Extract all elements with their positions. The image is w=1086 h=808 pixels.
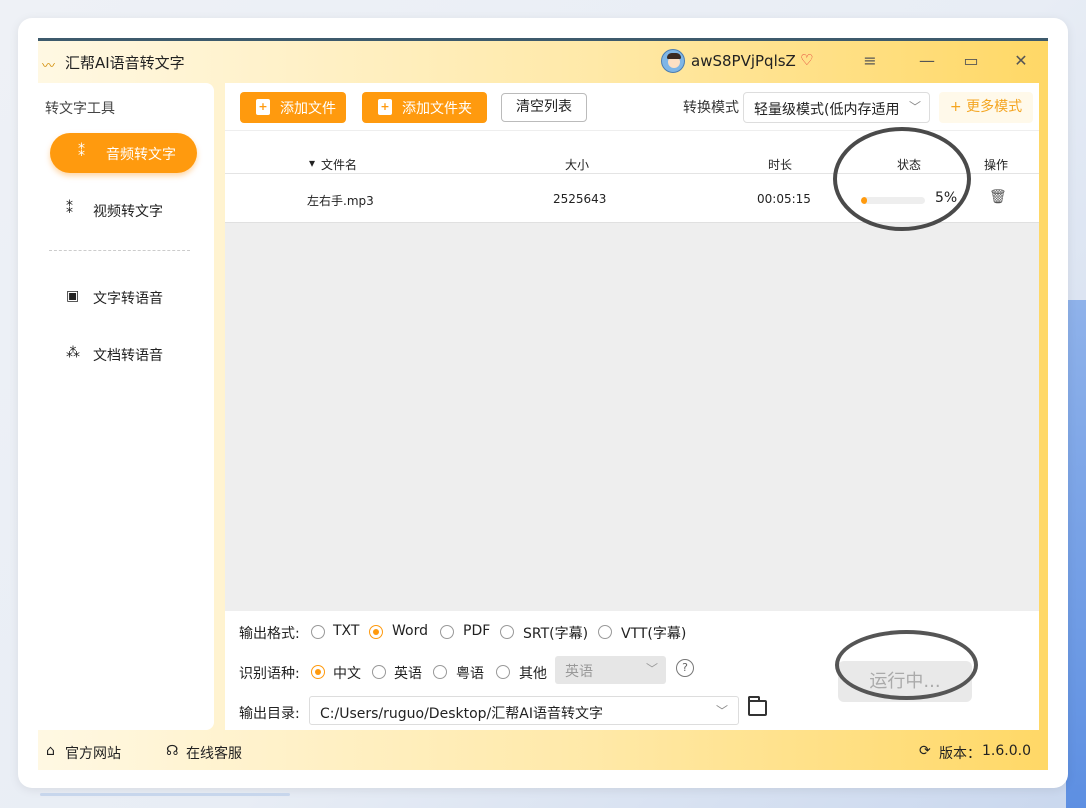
sidebar: 转文字工具 ⁑ 音频转文字 ⁑ 视频转文字 ▣ 文字转语音 ⁂ 文档转语音	[38, 83, 214, 730]
lang-radio-chinese[interactable]	[311, 665, 325, 679]
annotation-circle-status	[833, 127, 971, 231]
version-number: 1.6.0.0	[982, 743, 1031, 759]
scrollbar[interactable]	[40, 793, 290, 796]
format-label-pdf[interactable]: PDF	[463, 623, 490, 639]
format-radio-pdf[interactable]	[440, 625, 454, 639]
col-duration: 时长	[768, 158, 793, 172]
sort-down-icon[interactable]: ▾	[309, 156, 315, 170]
user-avatar[interactable]	[661, 49, 685, 73]
help-icon[interactable]: ?	[676, 659, 694, 677]
format-label: 输出格式:	[239, 626, 300, 642]
sidebar-item-audio-to-text[interactable]: ⁑ 音频转文字	[50, 133, 197, 173]
lang-label-other[interactable]: 其他	[519, 663, 547, 683]
col-size: 大小	[565, 158, 590, 172]
row-size: 2525643	[553, 192, 607, 206]
format-radio-word[interactable]	[369, 625, 383, 639]
chevron-down-icon: ﹀	[715, 704, 728, 718]
toolbar: + 添加文件 + 添加文件夹 清空列表 转换模式 轻量级模式(低内存适用 ﹀ +…	[225, 83, 1039, 131]
other-language-select[interactable]: 英语 ﹀	[555, 656, 666, 684]
chevron-down-icon: ﹀	[908, 100, 921, 114]
app-title: 汇帮AI语音转文字	[65, 54, 185, 72]
video-to-text-icon: ⁑	[66, 201, 73, 217]
audio-to-text-icon: ⁑	[78, 144, 85, 160]
chevron-down-icon: ﹀	[645, 662, 658, 676]
lang-radio-english[interactable]	[372, 665, 386, 679]
document-to-speech-icon: ⁂	[66, 345, 80, 361]
format-radio-srt[interactable]	[500, 625, 514, 639]
minimize-icon[interactable]: —	[915, 50, 939, 72]
file-list-area	[225, 223, 1039, 611]
annotation-circle-run	[835, 630, 978, 700]
add-folder-icon: +	[378, 99, 392, 115]
support-link[interactable]: 在线客服	[186, 743, 242, 763]
maximize-icon[interactable]: ▭	[959, 50, 983, 72]
output-dir-label: 输出目录:	[239, 706, 300, 722]
vip-diamond-icon[interactable]: ♡	[800, 51, 813, 69]
col-filename[interactable]: 文件名	[321, 156, 357, 173]
username[interactable]: awS8PVjPqlsZ	[691, 52, 796, 70]
format-label-vtt[interactable]: VTT(字幕)	[621, 623, 686, 643]
home-icon[interactable]: ⌂	[46, 743, 55, 759]
format-label-txt[interactable]: TXT	[333, 623, 359, 639]
sidebar-item-label: 视频转文字	[93, 204, 163, 220]
mode-select-value: 轻量级模式(低内存适用	[754, 102, 900, 118]
sidebar-item-label: 文字转语音	[93, 291, 163, 307]
lang-radio-other[interactable]	[496, 665, 510, 679]
open-folder-icon[interactable]	[748, 696, 767, 716]
format-label-srt[interactable]: SRT(字幕)	[523, 623, 588, 643]
lang-label-chinese[interactable]: 中文	[333, 663, 361, 683]
row-filename: 左右手.mp3	[307, 194, 374, 208]
output-dir-value: C:/Users/ruguo/Desktop/汇帮AI语音转文字	[320, 706, 603, 722]
add-folder-button[interactable]: + 添加文件夹	[362, 92, 487, 123]
refresh-icon[interactable]: ⟳	[919, 743, 931, 759]
add-file-icon: +	[256, 99, 270, 115]
sidebar-item-text-to-speech[interactable]: ▣ 文字转语音	[50, 277, 197, 317]
lang-radio-cantonese[interactable]	[433, 665, 447, 679]
desktop-edge	[1066, 300, 1086, 808]
clear-list-button[interactable]: 清空列表	[501, 93, 587, 122]
other-language-value: 英语	[565, 664, 593, 680]
app-logo-icon: 〰	[42, 59, 56, 74]
format-label-word[interactable]: Word	[392, 623, 428, 639]
version-label: 版本：	[939, 746, 981, 762]
sidebar-item-label: 文档转语音	[93, 348, 163, 364]
text-to-speech-icon: ▣	[66, 288, 80, 304]
sidebar-header: 转文字工具	[45, 101, 115, 117]
more-modes-button[interactable]: + 更多模式	[939, 92, 1033, 123]
row-duration: 00:05:15	[757, 192, 811, 206]
delete-icon[interactable]: 🗑	[989, 189, 1007, 205]
mode-label: 转换模式	[683, 100, 739, 116]
lang-label-cantonese[interactable]: 粤语	[456, 663, 484, 683]
col-action: 操作	[984, 158, 1009, 172]
menu-icon[interactable]: ≡	[858, 50, 882, 72]
lang-label-english[interactable]: 英语	[394, 663, 422, 683]
footer: ⌂ 官方网站 ☊ 在线客服 ⟳ 版本： 1.6.0.0	[38, 730, 1048, 770]
sidebar-item-label: 音频转文字	[106, 147, 176, 163]
language-label: 识别语种:	[239, 666, 300, 682]
sidebar-item-video-to-text[interactable]: ⁑ 视频转文字	[50, 190, 197, 230]
title-bar: 〰 汇帮AI语音转文字 awS8PVjPqlsZ ♡ ≡ — ▭ ✕	[38, 41, 1048, 83]
sidebar-divider	[49, 250, 190, 251]
format-radio-txt[interactable]	[311, 625, 325, 639]
add-file-button[interactable]: + 添加文件	[240, 92, 346, 123]
sidebar-item-document-to-speech[interactable]: ⁂ 文档转语音	[50, 334, 197, 374]
support-icon[interactable]: ☊	[166, 743, 178, 759]
output-dir-select[interactable]: C:/Users/ruguo/Desktop/汇帮AI语音转文字 ﹀	[309, 696, 739, 725]
mode-select[interactable]: 轻量级模式(低内存适用 ﹀	[743, 92, 930, 123]
website-link[interactable]: 官方网站	[65, 743, 121, 763]
close-icon[interactable]: ✕	[1009, 50, 1033, 72]
format-radio-vtt[interactable]	[598, 625, 612, 639]
